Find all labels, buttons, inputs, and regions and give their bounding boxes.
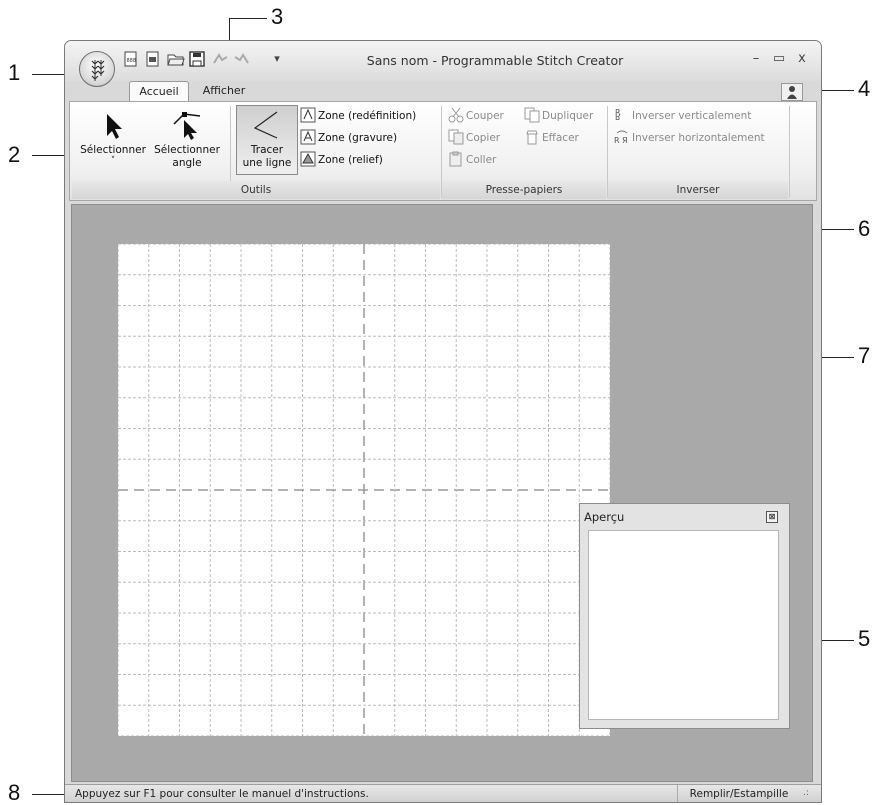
- close-button[interactable]: x: [793, 51, 811, 67]
- new-icon[interactable]: 888: [121, 49, 141, 69]
- resize-grip[interactable]: .:: [803, 788, 809, 798]
- cut-label: Couper: [466, 110, 504, 122]
- zone-relief-icon: [300, 151, 316, 167]
- tab-afficher[interactable]: Afficher: [193, 81, 255, 101]
- user-icon[interactable]: [781, 83, 803, 101]
- flip-vertical-label: Inverser verticalement: [632, 110, 752, 122]
- new-template-icon[interactable]: [143, 49, 163, 69]
- select-angle-label-1: Sélectionner: [154, 144, 220, 156]
- zone-gravure-button[interactable]: Zone (gravure): [300, 128, 397, 148]
- paste-button[interactable]: Coller: [448, 150, 496, 170]
- paste-label: Coller: [466, 154, 497, 166]
- maximize-button[interactable]: ▭: [770, 51, 788, 67]
- draw-line-label-2: une ligne: [242, 157, 292, 169]
- callout-8: 8: [8, 780, 21, 805]
- flip-horizontal-button[interactable]: R Я Inverser horizontalement: [614, 128, 765, 148]
- callout-3-line-h: [229, 18, 267, 19]
- tab-accueil[interactable]: Accueil: [129, 81, 189, 102]
- select-dropdown-arrow: ˅: [110, 156, 116, 166]
- tree-logo-icon: [91, 60, 105, 81]
- status-mode: Remplir/Estampille: [677, 785, 800, 802]
- select-angle-icon: [173, 112, 201, 140]
- save-icon[interactable]: [187, 49, 207, 69]
- design-grid[interactable]: [118, 244, 610, 736]
- duplicate-icon: [524, 107, 540, 123]
- undo-icon[interactable]: [209, 49, 229, 69]
- callout-2: 2: [8, 142, 21, 167]
- zone-gravure-label: Zone (gravure): [318, 132, 398, 144]
- ribbon-separator: [789, 106, 790, 198]
- preview-title: Aperçu: [584, 510, 625, 524]
- zone-gravure-icon: [300, 129, 316, 145]
- minimize-button[interactable]: –: [747, 51, 765, 67]
- erase-icon: [524, 129, 540, 145]
- redo-icon[interactable]: [231, 49, 251, 69]
- workspace[interactable]: Aperçu ⊠: [71, 204, 813, 782]
- ribbon: Sélectionner ˅ Sélectionner angle Tracer…: [69, 101, 817, 201]
- preview-panel: Aperçu ⊠: [579, 503, 790, 729]
- callout-7: 7: [858, 343, 871, 368]
- status-bar: Appuyez sur F1 pour consulter le manuel …: [65, 784, 821, 802]
- select-angle-button[interactable]: Sélectionner angle: [150, 106, 224, 172]
- duplicate-button[interactable]: Dupliquer: [524, 106, 593, 126]
- callout-6: 6: [858, 216, 871, 241]
- callout-1: 1: [8, 60, 21, 85]
- copy-button[interactable]: Copier: [448, 128, 500, 148]
- draw-line-button[interactable]: Tracer une ligne: [236, 105, 298, 175]
- window-title: Sans nom - Programmable Stitch Creator: [366, 53, 624, 68]
- app-window: 888 ▾ Sans nom - Programmable Stitch Cre…: [64, 40, 822, 803]
- callout-5: 5: [858, 626, 871, 651]
- group-presse-papiers-label: Presse-papiers: [442, 181, 606, 199]
- erase-label: Effacer: [542, 132, 579, 144]
- draw-line-icon: [253, 111, 278, 139]
- select-arrow-icon: [107, 114, 122, 139]
- zone-redefinition-label: Zone (redéfinition): [318, 110, 417, 122]
- svg-text:Я: Я: [622, 136, 628, 145]
- clipboard-icon: [448, 151, 464, 167]
- preview-area: [588, 530, 779, 720]
- zone-relief-label: Zone (relief): [318, 154, 383, 166]
- select-angle-label-2: angle: [172, 157, 202, 169]
- scissors-icon: [448, 107, 464, 123]
- flip-horizontal-icon: RЯ: [614, 129, 630, 145]
- svg-text:R: R: [615, 112, 621, 121]
- callout-4: 4: [858, 76, 871, 101]
- zone-redefinition-icon: [300, 107, 316, 123]
- title-bar: 888 ▾ Sans nom - Programmable Stitch Cre…: [65, 41, 821, 81]
- copy-label: Copier: [466, 132, 501, 144]
- status-help-text: Appuyez sur F1 pour consulter le manuel …: [75, 788, 369, 800]
- flip-vertical-icon: RR: [614, 107, 630, 123]
- callout-3: 3: [271, 4, 284, 29]
- flip-vertical-button[interactable]: R R Inverser verticalement: [614, 106, 751, 126]
- draw-line-label-1: Tracer: [250, 144, 284, 156]
- zone-redefinition-button[interactable]: Zone (redéfinition): [300, 106, 416, 126]
- open-icon[interactable]: [165, 49, 185, 69]
- cut-button[interactable]: Couper: [448, 106, 504, 126]
- preview-close-icon[interactable]: ⊠: [766, 511, 778, 523]
- select-button[interactable]: Sélectionner ˅: [76, 106, 150, 172]
- duplicate-label: Dupliquer: [542, 110, 594, 122]
- zone-relief-button[interactable]: Zone (relief): [300, 150, 383, 170]
- erase-button[interactable]: Effacer: [524, 128, 579, 148]
- group-outils-label: Outils: [72, 181, 440, 199]
- group-inverser-label: Inverser: [608, 181, 788, 199]
- application-button[interactable]: [79, 51, 115, 87]
- copy-icon: [448, 129, 464, 145]
- flip-horizontal-label: Inverser horizontalement: [632, 132, 765, 144]
- svg-text:888: 888: [127, 58, 137, 64]
- svg-text:R: R: [614, 136, 620, 145]
